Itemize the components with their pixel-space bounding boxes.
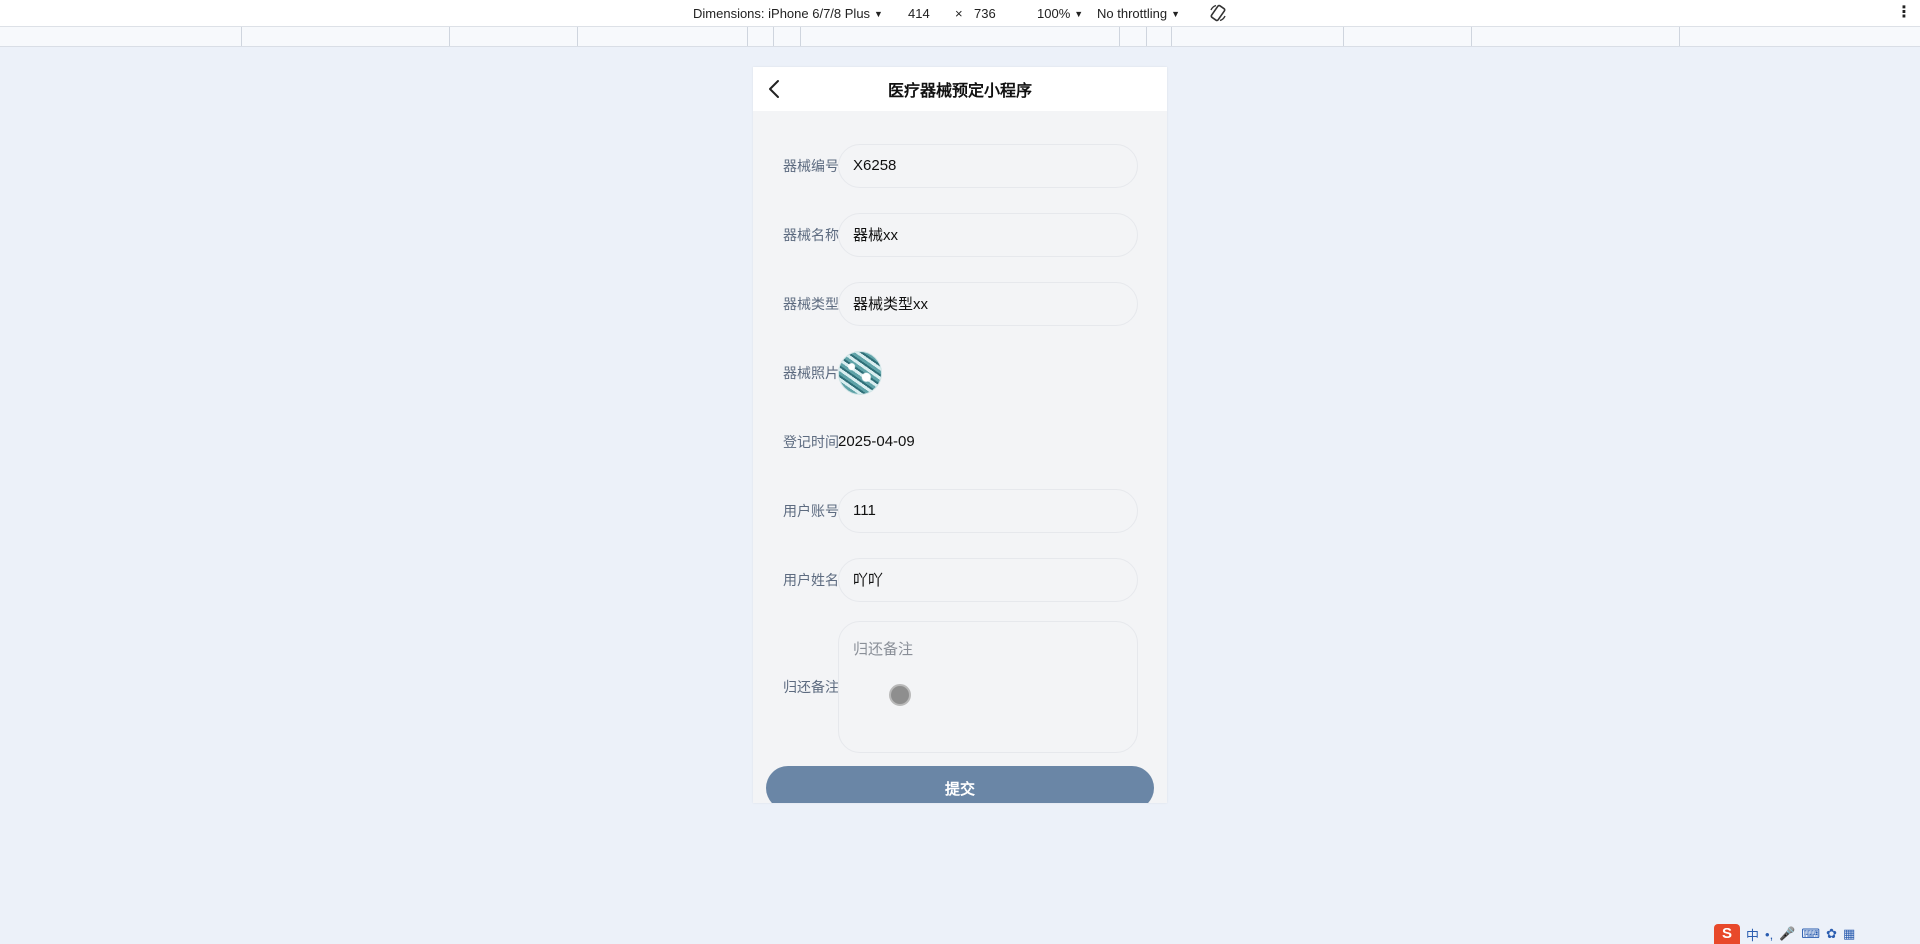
skin-icon[interactable]: ✿ [1826,926,1837,942]
phone-viewport: 医疗器械预定小程序 器械编号 X6258 器械名称 器械xx 器械类型 器械类型… [753,67,1167,803]
ime-language-toggle[interactable]: 中 [1746,925,1759,944]
submit-button[interactable]: 提交 [766,766,1154,803]
times-sign: × [955,6,963,21]
chevron-down-icon: ▼ [874,9,883,19]
width-input[interactable]: 414 [908,6,930,21]
ime-tray: S 中 •, 🎤 ⌨ ✿ ▦ [1714,924,1855,944]
user-name-input[interactable]: 吖吖 [838,557,1138,602]
form-row-return-note: 归还备注 归还备注 [766,614,1154,760]
form-row-register-time: 登记时间 2025-04-09 [766,407,1154,476]
device-name-label: 器械名称 [783,226,839,243]
media-query-ruler [0,27,1920,47]
throttling-selector[interactable]: No throttling ▼ [1097,6,1180,21]
chevron-down-icon: ▼ [1074,9,1084,19]
register-time-value: 2025-04-09 [838,433,915,450]
ruler-tick [1171,27,1172,46]
ruler-tick [773,27,774,46]
device-label: Dimensions: iPhone 6/7/8 Plus [693,6,871,21]
user-name-label: 用户姓名 [783,571,839,588]
ruler-tick [449,27,450,46]
microphone-icon[interactable]: 🎤 [1779,926,1795,942]
device-selector[interactable]: Dimensions: iPhone 6/7/8 Plus ▼ [693,6,883,21]
user-account-label: 用户账号 [783,502,839,519]
devtools-toolbar: Dimensions: iPhone 6/7/8 Plus ▼ 414 × 736… [0,0,1920,27]
touch-cursor-indicator [889,684,911,706]
ruler-tick [1679,27,1680,46]
ruler-tick [1146,27,1147,46]
sogou-ime-logo[interactable]: S [1714,924,1740,944]
form-row-device-name: 器械名称 器械xx [766,200,1154,269]
device-no-label: 器械编号 [783,157,839,174]
device-type-input[interactable]: 器械类型xx [838,281,1138,326]
device-photo-thumbnail[interactable] [838,350,882,395]
register-time-label: 登记时间 [783,433,839,450]
user-account-input[interactable]: 111 [838,488,1138,533]
ruler-tick [747,27,748,46]
return-note-placeholder: 归还备注 [853,641,914,658]
rotate-icon[interactable] [1208,3,1228,23]
form-row-user-account: 用户账号 111 [766,476,1154,545]
chevron-down-icon: ▼ [1171,9,1181,19]
more-options-icon[interactable]: ⋮ [1896,2,1912,22]
throttling-label: No throttling [1097,6,1168,21]
return-note-textarea[interactable]: 归还备注 [838,621,1138,753]
device-form: 器械编号 X6258 器械名称 器械xx 器械类型 器械类型xx 器械照片 登记… [753,111,1167,803]
ruler-tick [1119,27,1120,46]
ruler-tick [577,27,578,46]
zoom-label: 100% [1037,6,1071,21]
keyboard-icon[interactable]: ⌨ [1801,926,1820,942]
zoom-selector[interactable]: 100% ▼ [1037,6,1083,21]
toolbox-icon[interactable]: ▦ [1843,926,1855,942]
form-row-device-type: 器械类型 器械类型xx [766,269,1154,338]
device-no-input[interactable]: X6258 [838,143,1138,188]
back-arrow-icon[interactable] [765,79,785,99]
device-type-label: 器械类型 [783,295,839,312]
form-row-device-no: 器械编号 X6258 [766,131,1154,200]
device-photo-label: 器械照片 [783,364,839,381]
ruler-tick [800,27,801,46]
punctuation-icon[interactable]: •, [1765,927,1773,942]
nav-bar: 医疗器械预定小程序 [753,67,1167,111]
device-name-input[interactable]: 器械xx [838,212,1138,257]
ruler-tick [1471,27,1472,46]
height-input[interactable]: 736 [974,6,996,21]
ruler-tick [241,27,242,46]
ruler-tick [1343,27,1344,46]
page-title: 医疗器械预定小程序 [887,83,1032,100]
form-row-device-photo: 器械照片 [766,338,1154,407]
return-note-label: 归还备注 [783,679,839,695]
form-row-user-name: 用户姓名 吖吖 [766,545,1154,614]
